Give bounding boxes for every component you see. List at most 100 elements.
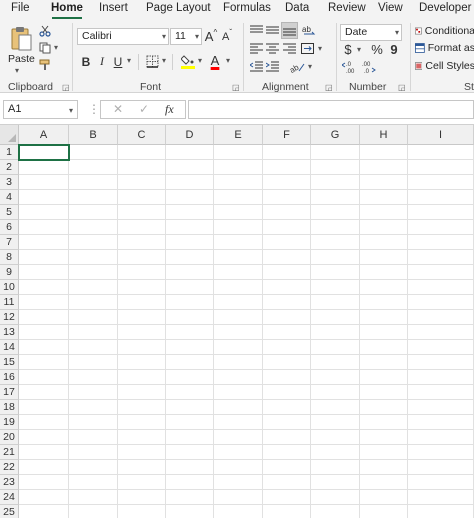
align-middle-button[interactable] [265,23,280,38]
cell-c12[interactable] [118,310,166,325]
cell-i13[interactable] [408,325,474,340]
cell-c5[interactable] [118,205,166,220]
cell-f10[interactable] [263,280,311,295]
cell-e5[interactable] [214,205,263,220]
tab-formulas[interactable]: Formulas [223,2,271,14]
cell-b14[interactable] [69,340,118,355]
cell-b12[interactable] [69,310,118,325]
cell-e14[interactable] [214,340,263,355]
cell-a12[interactable] [19,310,69,325]
italic-button[interactable]: I [95,53,109,70]
cell-d21[interactable] [166,445,214,460]
cell-d24[interactable] [166,490,214,505]
cell-g3[interactable] [311,175,360,190]
cell-h16[interactable] [360,370,408,385]
cell-f13[interactable] [263,325,311,340]
merge-center-button[interactable] [300,41,315,56]
cell-h10[interactable] [360,280,408,295]
tab-developer[interactable]: Developer [419,2,471,14]
tab-insert[interactable]: Insert [99,2,128,14]
borders-dropdown-icon[interactable]: ▾ [162,56,166,65]
cell-g24[interactable] [311,490,360,505]
cell-e18[interactable] [214,400,263,415]
cell-i4[interactable] [408,190,474,205]
cell-e21[interactable] [214,445,263,460]
cell-f7[interactable] [263,235,311,250]
cell-g22[interactable] [311,460,360,475]
cell-e2[interactable] [214,160,263,175]
cell-b25[interactable] [69,505,118,518]
cell-e16[interactable] [214,370,263,385]
cell-g11[interactable] [311,295,360,310]
paste-button[interactable] [6,24,36,54]
orientation-dropdown-icon[interactable]: ▾ [308,62,312,71]
cell-e10[interactable] [214,280,263,295]
cell-a10[interactable] [19,280,69,295]
cell-a6[interactable] [19,220,69,235]
cell-c3[interactable] [118,175,166,190]
shrink-font-button[interactable]: Aˇ [220,28,234,45]
cell-g2[interactable] [311,160,360,175]
cell-c10[interactable] [118,280,166,295]
cell-d23[interactable] [166,475,214,490]
cell-i21[interactable] [408,445,474,460]
cell-g17[interactable] [311,385,360,400]
row-header[interactable]: 7 [0,235,19,250]
currency-button[interactable]: $ [341,41,355,58]
percent-button[interactable]: % [369,41,385,58]
cell-i14[interactable] [408,340,474,355]
cell-h25[interactable] [360,505,408,518]
format-painter-button[interactable] [38,58,52,72]
cell-h17[interactable] [360,385,408,400]
increase-decimal-button[interactable]: .0 .00 [342,60,358,74]
cell-e17[interactable] [214,385,263,400]
align-bottom-button[interactable] [281,22,298,39]
cell-a25[interactable] [19,505,69,518]
row-header[interactable]: 19 [0,415,19,430]
cell-g8[interactable] [311,250,360,265]
cell-h20[interactable] [360,430,408,445]
clipboard-launcher-icon[interactable]: ◲ [62,83,70,92]
cell-f23[interactable] [263,475,311,490]
column-header-i[interactable]: I [408,125,474,145]
cell-a18[interactable] [19,400,69,415]
cell-e12[interactable] [214,310,263,325]
cell-e8[interactable] [214,250,263,265]
cell-a13[interactable] [19,325,69,340]
paste-dropdown-icon[interactable]: ▾ [15,66,19,75]
fill-color-button[interactable] [180,52,196,70]
cell-i5[interactable] [408,205,474,220]
orientation-button[interactable]: ab [289,59,306,74]
cell-f22[interactable] [263,460,311,475]
cell-g9[interactable] [311,265,360,280]
column-header-h[interactable]: H [360,125,408,145]
cell-i18[interactable] [408,400,474,415]
cell-c17[interactable] [118,385,166,400]
cell-c21[interactable] [118,445,166,460]
alignment-launcher-icon[interactable]: ◲ [325,83,333,92]
cell-e1[interactable] [214,145,263,160]
cell-e7[interactable] [214,235,263,250]
cell-f2[interactable] [263,160,311,175]
cell-d6[interactable] [166,220,214,235]
row-header[interactable]: 5 [0,205,19,220]
cell-a20[interactable] [19,430,69,445]
cell-c14[interactable] [118,340,166,355]
cell-h2[interactable] [360,160,408,175]
cell-g5[interactable] [311,205,360,220]
cell-a9[interactable] [19,265,69,280]
cell-e25[interactable] [214,505,263,518]
cell-h24[interactable] [360,490,408,505]
cell-d12[interactable] [166,310,214,325]
cell-c1[interactable] [118,145,166,160]
cell-a3[interactable] [19,175,69,190]
cell-c2[interactable] [118,160,166,175]
cell-c19[interactable] [118,415,166,430]
cell-g23[interactable] [311,475,360,490]
cell-d1[interactable] [166,145,214,160]
cell-h18[interactable] [360,400,408,415]
cell-i1[interactable] [408,145,474,160]
cell-b15[interactable] [69,355,118,370]
cell-a8[interactable] [19,250,69,265]
cell-f5[interactable] [263,205,311,220]
